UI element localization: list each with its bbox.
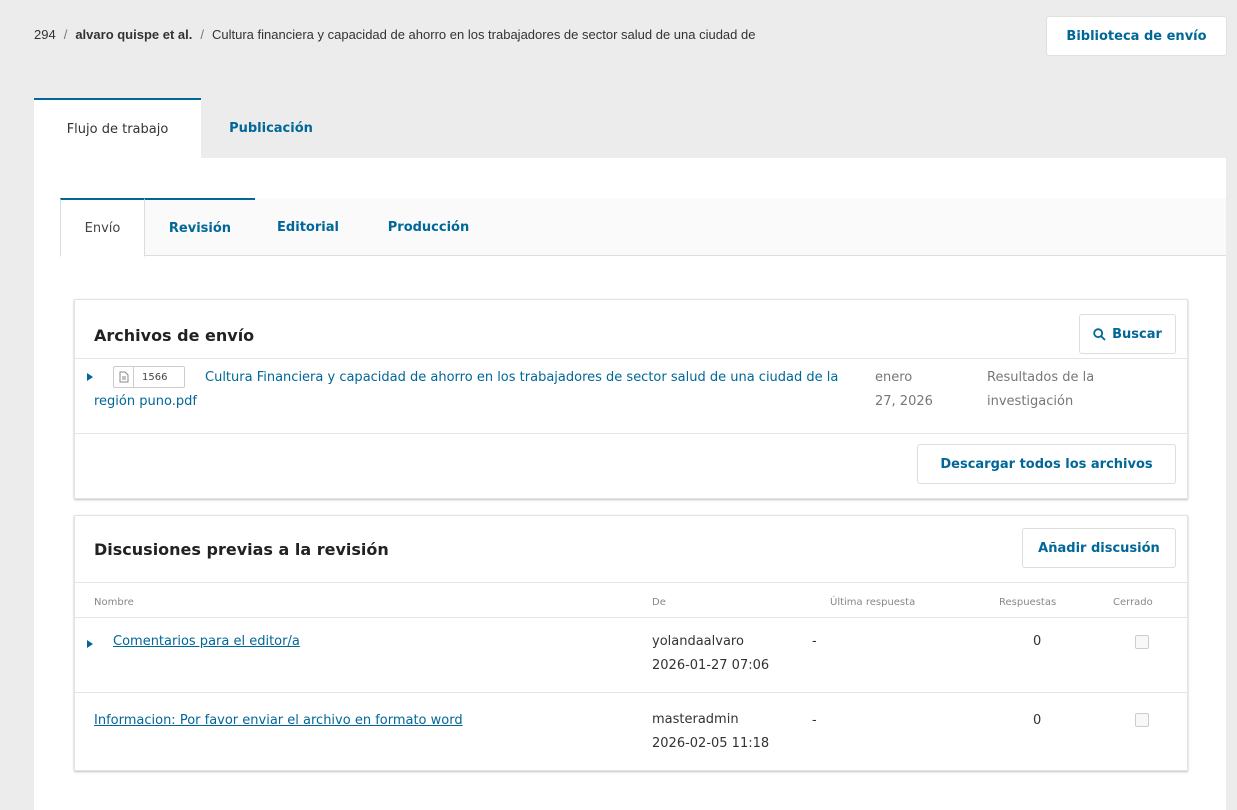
- discussion-from-date: 2026-02-05 11:18: [652, 736, 770, 751]
- file-row: Cultura Financiera y capacidad de ahorro…: [75, 362, 1187, 438]
- file-type: Resultados de la investigación: [987, 366, 1137, 414]
- divider: [75, 433, 1187, 434]
- divider: [75, 692, 1187, 693]
- file-type-line2: investigación: [987, 394, 1074, 409]
- discussion-replies-count: 0: [1033, 634, 1042, 649]
- discussion-row: Comentarios para el editor/a: [113, 634, 300, 649]
- divider: [75, 617, 1187, 618]
- breadcrumb-title: Cultura financiera y capacidad de ahorro…: [212, 27, 756, 42]
- file-badge: 1566: [113, 366, 185, 388]
- search-icon: [1093, 327, 1106, 341]
- file-date-day-year: 27, 2026: [875, 394, 933, 409]
- search-files-label: Buscar: [1112, 326, 1162, 342]
- column-header-from: De: [652, 597, 666, 608]
- column-header-closed: Cerrado: [1113, 597, 1153, 608]
- file-id: 1566: [142, 371, 168, 383]
- discussion-from-user: masteradmin: [652, 712, 739, 727]
- discussion-last-reply: -: [812, 713, 817, 728]
- expand-triangle-icon[interactable]: [87, 373, 93, 381]
- tab-workflow[interactable]: Flujo de trabajo: [34, 98, 201, 158]
- discussion-from: yolandaalvaro 2026-01-27 07:06: [652, 630, 769, 678]
- discussion-from: masteradmin 2026-02-05 11:18: [652, 708, 769, 756]
- discussion-from-user: yolandaalvaro: [652, 634, 744, 649]
- file-type-line1: Resultados de la: [987, 370, 1095, 385]
- breadcrumb-submission-id: 294: [34, 27, 56, 42]
- column-header-replies: Respuestas: [999, 597, 1057, 608]
- submission-library-button[interactable]: Biblioteca de envío: [1046, 16, 1227, 56]
- submission-files-card: Archivos de envío Buscar Cultura Financi…: [74, 299, 1188, 499]
- tab-publication[interactable]: Publicación: [201, 98, 341, 158]
- breadcrumb-separator: /: [63, 27, 68, 42]
- expand-triangle-icon[interactable]: [87, 640, 93, 648]
- file-date-month: enero: [875, 370, 913, 385]
- add-discussion-button[interactable]: Añadir discusión: [1022, 528, 1176, 568]
- files-card-title: Archivos de envío: [94, 326, 255, 345]
- discussion-replies-count: 0: [1033, 713, 1042, 728]
- discussion-from-date: 2026-01-27 07:06: [652, 658, 770, 673]
- breadcrumb-bar: 294 / alvaro quispe et al. / Cultura financi…: [0, 0, 1237, 76]
- file-date: enero 27, 2026: [875, 366, 945, 414]
- pre-review-discussions-card: Discusiones previas a la revisión Añadir…: [74, 515, 1188, 771]
- closed-checkbox[interactable]: [1135, 635, 1149, 649]
- closed-checkbox[interactable]: [1135, 713, 1149, 727]
- breadcrumb-author: alvaro quispe et al.: [75, 27, 193, 42]
- discussion-last-reply: -: [812, 634, 817, 649]
- column-header-name: Nombre: [94, 597, 134, 608]
- breadcrumb: 294 / alvaro quispe et al. / Cultura financi…: [34, 27, 755, 42]
- download-all-files-button[interactable]: Descargar todos los archivos: [917, 444, 1176, 484]
- breadcrumb-separator: /: [200, 27, 204, 42]
- tab-editorial[interactable]: Editorial: [255, 198, 361, 256]
- discussion-link[interactable]: Informacion: Por favor enviar el archivo…: [94, 713, 463, 728]
- discussion-link[interactable]: Comentarios para el editor/a: [113, 634, 300, 649]
- tab-review[interactable]: Revisión: [145, 198, 255, 256]
- document-icon: [114, 367, 134, 387]
- discussion-row: Informacion: Por favor enviar el archivo…: [94, 713, 463, 728]
- search-files-button[interactable]: Buscar: [1079, 314, 1176, 354]
- workflow-panel: Envío Revisión Editorial Producción Arch…: [34, 158, 1226, 810]
- file-name-link[interactable]: Cultura Financiera y capacidad de ahorro…: [94, 366, 854, 414]
- divider: [75, 358, 1187, 359]
- divider: [75, 582, 1187, 583]
- tab-submission[interactable]: Envío: [60, 198, 145, 257]
- discussions-card-title: Discusiones previas a la revisión: [94, 540, 389, 559]
- column-header-last-reply: Última respuesta: [830, 597, 916, 608]
- tab-production[interactable]: Producción: [361, 198, 496, 256]
